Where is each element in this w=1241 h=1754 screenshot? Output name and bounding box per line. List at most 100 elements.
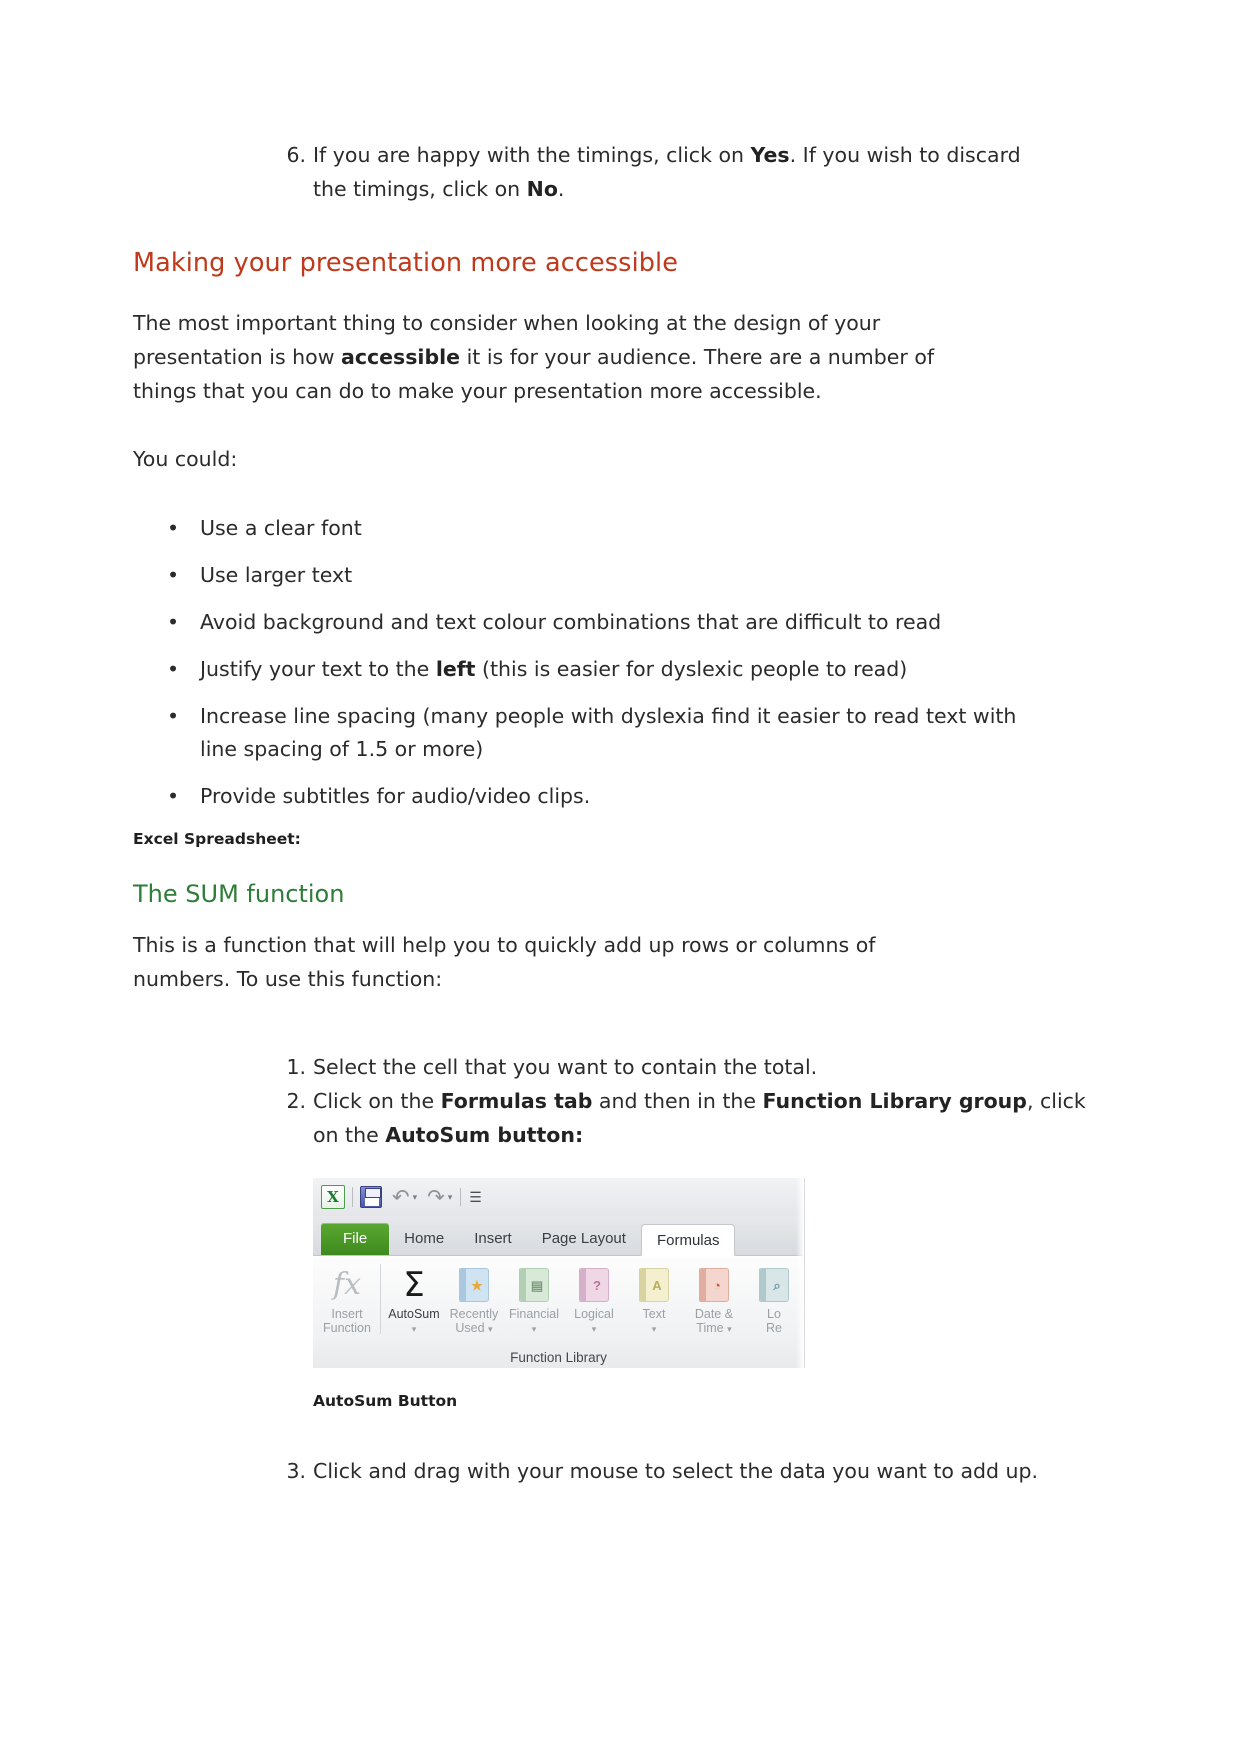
recently-used-button[interactable]: ★ Recently Used ▾ [444, 1261, 504, 1336]
section-heading-sum-function: The SUM function [133, 880, 345, 908]
text-button[interactable]: A Text ▾ [624, 1261, 684, 1336]
list-item: • Increase line spacing (many people wit… [133, 700, 1033, 766]
list-item: • Avoid background and text colour combi… [133, 606, 1033, 639]
item6-line1-b: . If you wish to discard [789, 143, 1021, 167]
save-icon[interactable] [360, 1186, 382, 1208]
figure-caption-autosum-button: AutoSum Button [313, 1392, 458, 1410]
step2-bold-formulas-tab: Formulas tab [440, 1089, 593, 1113]
sum-function-intro: This is a function that will help you to… [133, 933, 876, 991]
step2-text: Click on the Formulas tab and then in th… [313, 1089, 1086, 1147]
sigma-glyph: Σ [403, 1265, 425, 1305]
document-content: 6. If you are happy with the timings, cl… [133, 138, 1093, 1488]
accessible-para-bold: accessible [340, 345, 461, 369]
chevron-down-icon[interactable]: ▾ [727, 1324, 732, 1334]
autosum-sigma-icon: Σ [384, 1263, 444, 1307]
label-line2-text: Time [696, 1321, 724, 1335]
divider [460, 1188, 462, 1206]
quick-access-toolbar: X ↶ ▾ ↷ ▾ ☰ [313, 1178, 804, 1216]
step2-bold-autosum-button: AutoSum button: [385, 1123, 584, 1147]
financial-icon: ▤ [504, 1263, 564, 1307]
button-label-line2: Re [765, 1321, 782, 1335]
date-time-button[interactable]: ◔ Date & Time ▾ [684, 1261, 744, 1336]
button-label-line1: Date & [694, 1307, 734, 1321]
button-label-line2: Function [323, 1321, 371, 1335]
text-glyph: A [652, 1277, 662, 1293]
customize-toolbar-icon[interactable]: ☰ [469, 1190, 482, 1204]
date-time-icon: ◔ [684, 1263, 744, 1307]
function-library-group: fx Insert Function Σ AutoSum ▾ ★ Recentl… [313, 1256, 804, 1368]
bullet-text: Avoid background and text colour combina… [200, 610, 942, 634]
insert-function-button[interactable]: fx Insert Function [317, 1261, 377, 1336]
tab-formulas[interactable]: Formulas [640, 1224, 736, 1256]
tab-home[interactable]: Home [389, 1223, 459, 1255]
button-label-line2: Used ▾ [444, 1321, 504, 1336]
button-label-line1: Text [642, 1307, 666, 1321]
step1-text: Select the cell that you want to contain… [313, 1055, 818, 1079]
list-marker: 3. [286, 1459, 306, 1483]
sum-steps-list-continued: 3. Click and drag with your mouse to sel… [133, 1454, 1093, 1488]
divider [352, 1187, 353, 1207]
button-label-line1: AutoSum [388, 1307, 440, 1321]
chevron-down-icon[interactable]: ▾ [412, 1324, 417, 1334]
bullet-icon: • [167, 784, 180, 808]
step3-text: Click and drag with your mouse to select… [313, 1459, 1039, 1483]
button-label-line1: Lo [767, 1307, 781, 1321]
redo-arrow-icon[interactable]: ↷ [427, 1186, 445, 1208]
top-numbered-list: 6. If you are happy with the timings, cl… [133, 138, 1093, 206]
bullet4-pre: Justify your text to the [200, 657, 436, 681]
lookup-glyph: ⌕ [773, 1277, 781, 1293]
bullet-text: Provide subtitles for audio/video clips. [200, 784, 591, 808]
chevron-down-icon[interactable]: ▾ [592, 1324, 597, 1334]
bullet-text: Use larger text [200, 563, 353, 587]
bullet-icon: • [167, 610, 180, 634]
accessible-intro-paragraph: The most important thing to consider whe… [133, 306, 978, 408]
undo-arrow-icon[interactable]: ↶ [392, 1186, 410, 1208]
excel-ribbon-screenshot: X ↶ ▾ ↷ ▾ ☰ File Home Insert Page Layout… [313, 1178, 805, 1368]
logical-glyph: ? [592, 1277, 601, 1293]
logical-icon: ? [564, 1263, 624, 1307]
step2-bold-function-library: Function Library group [762, 1089, 1027, 1113]
chevron-down-icon[interactable]: ▾ [652, 1324, 657, 1334]
autosum-button[interactable]: Σ AutoSum ▾ [384, 1261, 444, 1336]
fx-glyph: fx [332, 1267, 362, 1302]
lookup-reference-button[interactable]: ⌕ Lo Re [744, 1261, 804, 1335]
function-library-buttons: fx Insert Function Σ AutoSum ▾ ★ Recentl… [313, 1257, 804, 1336]
section-heading-accessible: Making your presentation more accessible [133, 248, 679, 278]
list-item: • Use larger text [133, 559, 1033, 592]
lookup-reference-icon: ⌕ [744, 1263, 804, 1307]
button-label-line1: Financial [508, 1307, 559, 1321]
list-item-6: 6. If you are happy with the timings, cl… [133, 138, 1093, 206]
insert-function-icon: fx [317, 1263, 377, 1307]
bullet-icon: • [167, 516, 180, 540]
item6-bold-no: No [526, 177, 558, 201]
step2-mid: and then in the [592, 1089, 763, 1113]
excel-spreadsheet-label: Excel Spreadsheet: [133, 830, 301, 848]
financial-button[interactable]: ▤ Financial ▾ [504, 1261, 564, 1336]
chevron-down-icon[interactable]: ▾ [488, 1324, 493, 1334]
excel-app-icon[interactable]: X [321, 1185, 345, 1209]
tab-page-layout[interactable]: Page Layout [527, 1223, 641, 1255]
list-item: • Use a clear font [133, 512, 1033, 545]
tab-file[interactable]: File [321, 1223, 390, 1255]
text-icon: A [624, 1263, 684, 1307]
bullet-text: Increase line spacing (many people with … [200, 704, 1017, 761]
list-item-text: If you are happy with the timings, click… [313, 143, 1021, 201]
button-label-line2: Time ▾ [684, 1321, 744, 1336]
tab-insert[interactable]: Insert [459, 1223, 527, 1255]
chevron-down-icon[interactable]: ▾ [448, 1192, 453, 1203]
bullet4-bold: left [435, 657, 476, 681]
bullet-icon: • [167, 563, 180, 587]
button-label-line1: Logical [574, 1307, 614, 1321]
bullet-text: Justify your text to the left (this is e… [200, 657, 907, 681]
list-marker: 6. [286, 143, 306, 167]
recently-used-glyph: ★ [471, 1277, 483, 1293]
step2-pre: Click on the [313, 1089, 441, 1113]
bullet4-post: (this is easier for dyslexic people to r… [475, 657, 908, 681]
chevron-down-icon[interactable]: ▾ [413, 1192, 418, 1203]
logical-button[interactable]: ? Logical ▾ [564, 1261, 624, 1336]
list-item: • Provide subtitles for audio/video clip… [133, 780, 1033, 813]
divider [380, 1264, 381, 1334]
date-time-glyph: ◔ [713, 1277, 721, 1293]
list-item: • Justify your text to the left (this is… [133, 653, 1033, 686]
chevron-down-icon[interactable]: ▾ [532, 1324, 537, 1334]
